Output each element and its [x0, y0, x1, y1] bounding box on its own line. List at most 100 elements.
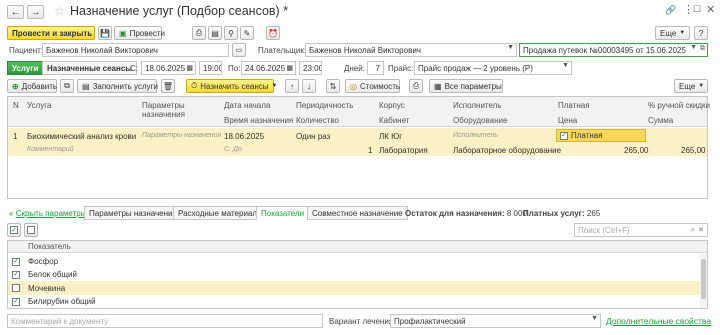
favorite-star-icon[interactable]: ☆ — [54, 4, 65, 18]
all-params-button[interactable]: ▦ Все параметры — [429, 79, 503, 93]
tab-consumables[interactable]: Расходные материалы — [173, 206, 268, 220]
list-item[interactable]: ✓ Белок общий — [8, 268, 700, 281]
print-table-button[interactable]: ⎙ — [409, 79, 423, 93]
check-all-button[interactable]: ✓ — [7, 223, 21, 237]
row-sum: 265,00 — [681, 146, 706, 155]
hide-params-link[interactable]: « Скрыть параметры — [9, 209, 86, 218]
list-item[interactable]: Мочевина — [8, 281, 700, 295]
row-params: Параметры назначения — [142, 132, 222, 139]
checkbox-empty-icon — [27, 226, 35, 234]
move-up-button[interactable]: ↑ — [285, 79, 299, 93]
printer-icon: ⎙ — [195, 28, 203, 37]
uncheck-all-button[interactable] — [24, 223, 38, 237]
row-start-time: С. До — [224, 146, 242, 153]
post-button[interactable]: ▣ Провести — [114, 26, 165, 40]
services-table: N Услуга Параметры назначения Дата начал… — [7, 96, 710, 199]
trash-icon: 🗑 — [162, 81, 174, 91]
tab-joint-appointment[interactable]: Совместное назначение — [307, 206, 408, 220]
row-executor: Исполнитель — [453, 132, 498, 139]
search-input[interactable]: Поиск (Ctrl+F) ⌕ ✕ — [574, 223, 708, 237]
indicators-header: Показатель — [8, 241, 707, 253]
delete-button[interactable]: 🗑 — [161, 79, 175, 93]
help-button[interactable]: ? — [694, 26, 708, 40]
cost-button[interactable]: ◎ Стоимость — [345, 79, 400, 93]
price-field[interactable]: Прайс продаж — 2 уровень (Р) ▼ — [414, 61, 572, 75]
dropdown-icon: ▼ — [507, 44, 514, 51]
fill-icon: ▤ — [82, 81, 90, 91]
copy-row-button[interactable]: ⧉ — [60, 79, 74, 93]
list-item[interactable]: ✓ Фосфор — [8, 255, 700, 268]
item-checkbox[interactable]: ✓ — [12, 297, 20, 306]
col-start-date: Дата начала — [224, 101, 271, 110]
maximize-icon[interactable]: ☐ — [693, 4, 701, 15]
patient-field[interactable]: Баженов Николай Викторович — [42, 43, 229, 57]
list-item[interactable]: ✓ Билирубин общий — [8, 295, 700, 308]
extra-properties-link[interactable]: Дополнительные свойства — [606, 316, 711, 326]
item-checkbox[interactable]: ✓ — [12, 257, 20, 266]
alarm-icon: ⏰ — [268, 28, 278, 38]
post-icon: ▣ — [119, 28, 127, 38]
to-label: По: — [228, 64, 241, 73]
dropdown-icon: ▼ — [690, 44, 697, 51]
col-service: Услуга — [27, 101, 52, 110]
tab-appointment-params[interactable]: Параметры назначения — [84, 206, 182, 220]
pencil-icon: ✎ — [243, 28, 251, 38]
link-button[interactable]: ⚲ — [224, 26, 238, 40]
col-equipment: Оборудование — [453, 116, 508, 125]
col-building: Корпус — [379, 101, 405, 110]
col-n: N — [13, 101, 19, 110]
paid-checkbox-cell[interactable]: ✓ Платная — [556, 129, 646, 142]
sort-button[interactable]: ⇅ — [326, 79, 340, 93]
move-down-button[interactable]: ↓ — [302, 79, 316, 93]
item-checkbox[interactable] — [12, 284, 20, 292]
days-field[interactable]: 7 — [367, 61, 384, 75]
report-button[interactable]: ▤ — [208, 26, 222, 40]
tab-services[interactable]: Услуги — [7, 61, 44, 75]
treatment-field[interactable]: Профилактический ▼ — [390, 314, 601, 328]
price-label: Прайс: — [388, 64, 414, 73]
fill-services-button[interactable]: ▤ Заполнить услуги ▼ — [77, 79, 167, 93]
checkbox-checked-icon: ✓ — [10, 226, 18, 234]
from-date-field[interactable]: 18.06.2025 ▦ — [141, 61, 196, 75]
to-time-field[interactable]: 23:00 — [299, 61, 322, 75]
to-date-field[interactable]: 24.06.2025 ▦ — [241, 61, 296, 75]
paid-checkbox[interactable]: ✓ — [560, 131, 568, 140]
chevron-down-icon: ▼ — [271, 83, 278, 89]
row-comment: Комментарий — [27, 146, 74, 153]
sale-document-field[interactable]: Продажа путевок №00003495 от 15.06.2025 … — [519, 43, 708, 57]
col-periodicity: Периодичность — [296, 101, 354, 110]
forward-button[interactable]: → — [27, 5, 44, 19]
add-button[interactable]: ⊕ Добавить — [7, 79, 57, 93]
tab-indicators[interactable]: Показатели — [256, 206, 310, 220]
alarm-button[interactable]: ⏰ — [266, 26, 280, 40]
document-comment-input[interactable]: Комментарий к документу — [7, 314, 323, 328]
printer-icon: ⎙ — [412, 81, 420, 90]
edit-button[interactable]: ✎ — [240, 26, 254, 40]
table-row[interactable]: 1 Биохимический анализ крови Параметры н… — [8, 128, 707, 156]
params-icon: ▦ — [434, 81, 442, 91]
treatment-label: Вариант лечения: — [329, 317, 396, 326]
item-checkbox[interactable]: ✓ — [12, 270, 20, 279]
row-quantity: 1 — [368, 146, 373, 155]
post-and-close-button[interactable]: Провести и закрыть — [7, 26, 95, 40]
tab-assigned-sessions[interactable]: Назначенные сеансы — [42, 61, 138, 75]
patient-open-button[interactable]: ▭ — [232, 43, 246, 57]
close-icon[interactable]: ✕ — [706, 3, 715, 16]
from-time-field[interactable]: 19:00 — [199, 61, 222, 75]
search-icon: ⌕ — [690, 225, 695, 234]
more-button[interactable]: Еще ▼ — [655, 26, 690, 40]
indicators-list: Показатель ✓ Фосфор ✓ Белок общий Мочеви… — [7, 240, 708, 309]
scrollbar-thumb[interactable] — [701, 259, 706, 299]
patient-label: Пациент: — [9, 46, 44, 55]
payer-field[interactable]: Баженов Николай Викторович ▼ — [305, 43, 517, 57]
save-button[interactable]: 💾 — [98, 26, 112, 40]
back-button[interactable]: ← — [7, 5, 24, 19]
col-paid: Платная — [558, 101, 590, 110]
scrollbar[interactable] — [700, 253, 707, 308]
assign-sessions-button[interactable]: ⏱ Назначить сеансы ▼ — [186, 79, 277, 93]
link-icon[interactable]: 🔗 — [665, 5, 676, 16]
table-more-button[interactable]: Еще ▼ — [674, 79, 708, 93]
row-number: 1 — [13, 132, 18, 141]
clear-icon: ✕ — [698, 227, 704, 234]
print-button[interactable]: ⎙ — [192, 26, 206, 40]
